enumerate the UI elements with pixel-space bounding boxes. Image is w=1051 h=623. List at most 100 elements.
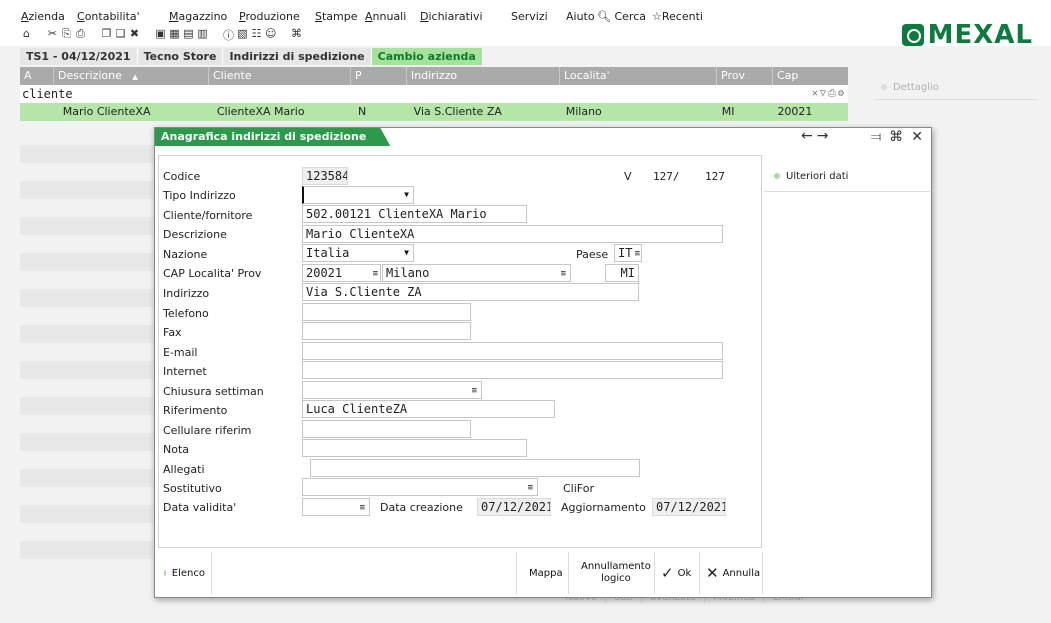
menu-annuali[interactable]: Annuali [365, 10, 406, 23]
recent-label: Recenti [661, 10, 703, 23]
recent-menu[interactable]: ☆Recenti [652, 10, 703, 23]
empty-row [20, 217, 153, 235]
col-p[interactable]: P [351, 67, 407, 85]
clear-filter-icon[interactable]: ✕ [812, 88, 820, 99]
list-icon[interactable]: ≡ [528, 480, 533, 495]
allegati-field[interactable] [310, 459, 640, 477]
camera-icon[interactable]: ▣ [155, 27, 166, 43]
menu-stampe[interactable]: Stampe [315, 10, 358, 23]
search-menu[interactable]: 🔍︎ Cerca [597, 10, 646, 23]
descrizione-field[interactable]: Mario ClienteXA [302, 225, 723, 243]
list-icon[interactable]: ≡ [472, 383, 477, 398]
calendar-icon[interactable]: ≡ [360, 500, 365, 515]
detail-button[interactable]: Dettaglio [875, 70, 1037, 100]
search-label: Cerca [614, 10, 646, 23]
ok-button[interactable]: ✓ Ok [654, 552, 699, 594]
col-indirizzo[interactable]: Indirizzo [407, 67, 560, 85]
menu-magazzino[interactable]: Magazzino [169, 10, 227, 23]
cell-localita: Milano [565, 105, 602, 118]
prev-record-icon[interactable]: ← [801, 128, 817, 144]
cart-icon[interactable]: ⌘ [291, 27, 302, 43]
sostitutivo-field[interactable]: ≡ [302, 478, 538, 496]
more-data-button[interactable]: Ulteriori dati [764, 155, 930, 192]
riferimento-field[interactable]: Luca ClienteZA [302, 400, 555, 418]
fax-field[interactable] [302, 322, 471, 340]
windows-icon[interactable]: ❑ [115, 27, 126, 43]
close-icon[interactable]: ✕ [911, 129, 923, 145]
close-windows-icon[interactable]: ✖ [129, 27, 140, 43]
email-field[interactable] [302, 342, 723, 360]
label-riferimento: Riferimento [163, 404, 228, 417]
menu-produzione[interactable]: Produzione [239, 10, 300, 23]
col-descrizione-label: Descrizione [58, 69, 122, 82]
filter-row[interactable]: cliente ✕▽⎙⚙ [20, 85, 848, 103]
label-aggiornamento: Aggiornamento [561, 501, 646, 514]
table-row[interactable]: Mario ClienteXA ClienteXA Mario N Via S.… [20, 103, 848, 121]
cap-field[interactable]: 20021 ≡ [302, 264, 381, 282]
label-indirizzo: Indirizzo [163, 287, 210, 300]
list-icon[interactable]: ≡ [373, 266, 378, 281]
mappa-button[interactable]: Mappa [516, 552, 568, 594]
side-panel: Ulteriori dati [764, 155, 930, 192]
copy-icon[interactable]: ⎘ [61, 27, 72, 43]
list-icon[interactable]: ≡ [635, 246, 640, 261]
filter-icons: ✕▽⎙⚙ [812, 85, 846, 103]
internet-field[interactable] [302, 361, 723, 379]
dialog-footer: Elenco Mappa Annullamento logico ✓ Ok ✕ Ann… [158, 552, 928, 594]
help-icon[interactable]: ⓘ [223, 27, 234, 43]
shrink-icon[interactable]: ⌘ [889, 129, 903, 145]
nazione-select[interactable]: Italia ▼ [302, 244, 414, 262]
paese-field[interactable]: IT ≡ [614, 244, 642, 262]
link-icon[interactable]: ☷ [251, 27, 262, 43]
indirizzo-field[interactable]: Via S.Cliente ZA [302, 283, 639, 301]
col-localita[interactable]: Localita' [560, 67, 717, 85]
menu-dichiarativi[interactable]: Dichiarativi [420, 10, 483, 23]
print-icon[interactable]: ⎙ [828, 88, 838, 99]
settings-icon[interactable]: ⚙ [838, 88, 846, 99]
col-cliente[interactable]: Cliente [209, 67, 351, 85]
tab-change-company[interactable]: Cambio azienda [371, 48, 483, 65]
pin-icon[interactable]: ⫤ [871, 129, 882, 145]
label-chiusura: Chiusura settiman [163, 385, 264, 398]
info-icon[interactable]: ▧ [237, 27, 248, 43]
filter-icon[interactable]: ▽ [820, 88, 828, 99]
menu-aiuto[interactable]: Aiuto [566, 10, 595, 23]
menu-azienda[interactable]: Azienda [21, 10, 65, 23]
nota-field[interactable] [302, 439, 527, 457]
cell-prov: MI [721, 105, 735, 118]
calc-icon[interactable]: ▦ [169, 27, 180, 43]
window-icon[interactable]: ❐ [101, 27, 112, 43]
annullamento-logico-button[interactable]: Annullamento logico [568, 552, 654, 594]
user-icon[interactable]: ☺ [265, 27, 276, 43]
label-nota: Nota [163, 443, 190, 456]
col-cap[interactable]: Cap [773, 67, 848, 85]
next-record-icon[interactable]: → [817, 128, 833, 144]
menu-servizi[interactable]: Servizi [511, 10, 548, 23]
cellulare-field[interactable] [302, 420, 471, 438]
grid-icon[interactable]: ▥ [197, 27, 208, 43]
home-icon[interactable]: ⌂ [21, 27, 32, 43]
note-icon[interactable]: ▤ [183, 27, 194, 43]
version-value: 127/ [653, 170, 680, 183]
cliente-field[interactable]: 502.00121 ClienteXA Mario [302, 205, 527, 223]
validita-field[interactable]: ≡ [302, 498, 370, 516]
localita-field[interactable]: Milano ≡ [382, 264, 571, 282]
prov-field[interactable]: MI [605, 264, 639, 282]
tab-company-name[interactable]: Tecno Store [137, 48, 224, 65]
col-descrizione[interactable]: Descrizione ▲ [54, 67, 209, 85]
tab-shipping-addresses[interactable]: Indirizzi di spedizione [223, 48, 372, 65]
col-prov[interactable]: Prov [717, 67, 773, 85]
col-a[interactable]: A [20, 67, 54, 85]
cut-icon[interactable]: ✂ [47, 27, 58, 43]
menu-contabilita[interactable]: Contabilita' [77, 10, 140, 23]
tab-company-date[interactable]: TS1 - 04/12/2021 [20, 48, 138, 65]
paste-icon[interactable]: ⎙ [75, 27, 86, 43]
chiusura-field[interactable]: ≡ [302, 381, 482, 399]
check-icon: ✓ [661, 564, 674, 582]
label-v: V [624, 170, 632, 183]
tipo-select[interactable]: ▼ [302, 186, 414, 204]
elenco-button[interactable]: Elenco [158, 552, 212, 594]
list-icon[interactable]: ≡ [561, 266, 566, 281]
annulla-button[interactable]: ✕ Annulla [699, 552, 763, 594]
telefono-field[interactable] [302, 303, 471, 321]
